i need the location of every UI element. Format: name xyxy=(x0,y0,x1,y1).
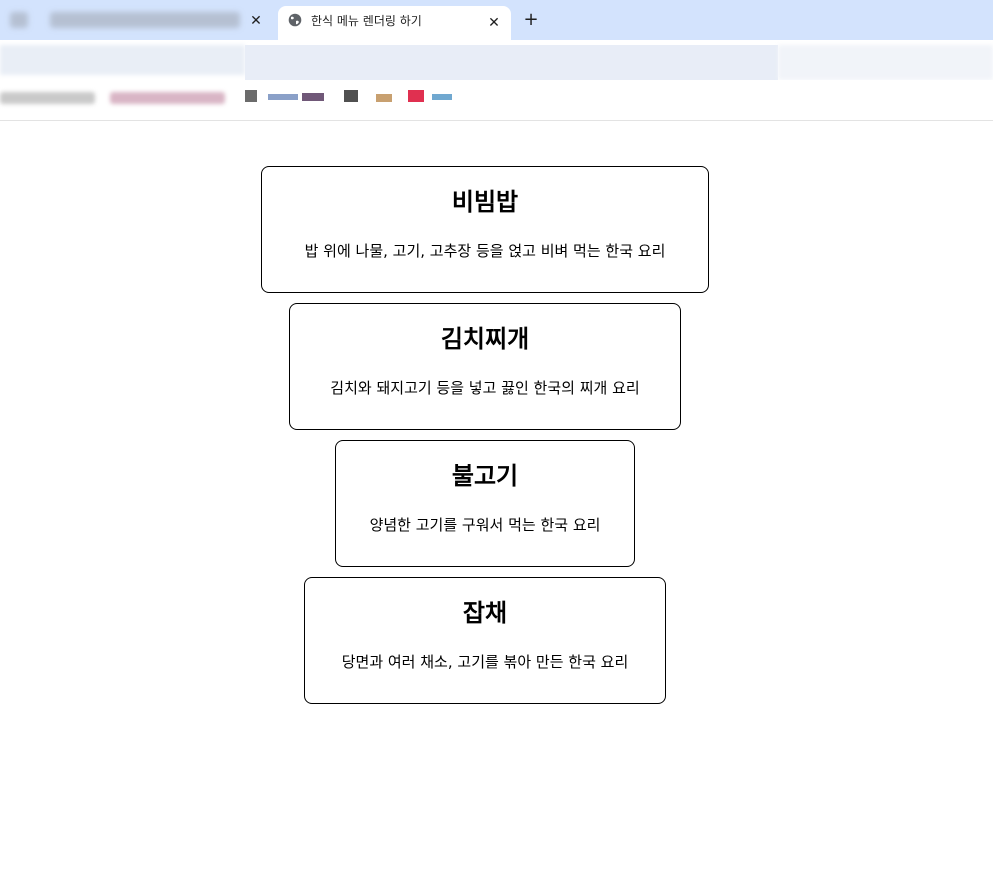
menu-item-name: 잡채 xyxy=(462,599,508,627)
menu-card: 불고기 양념한 고기를 구워서 먹는 한국 요리 xyxy=(335,440,635,567)
toolbar-blurred-right xyxy=(778,45,993,80)
bookmark-icon[interactable] xyxy=(245,90,257,102)
menu-item-description: 양념한 고기를 구워서 먹는 한국 요리 xyxy=(369,516,601,534)
menu-item-description: 김치와 돼지고기 등을 넣고 끓인 한국의 찌개 요리 xyxy=(330,379,640,397)
bookmark-icon[interactable] xyxy=(268,94,298,100)
bookmarks-bar xyxy=(0,80,993,121)
globe-icon xyxy=(288,13,302,27)
tab-title: 한식 메뉴 렌더링 하기 xyxy=(311,14,422,28)
bookmark-icon[interactable] xyxy=(408,90,424,102)
toolbar-blurred-left xyxy=(0,45,245,75)
tab-favicon-icon xyxy=(10,12,28,28)
menu-card: 비빔밥 밥 위에 나물, 고기, 고추장 등을 얹고 비벼 먹는 한국 요리 xyxy=(261,166,709,293)
tab-title-blurred xyxy=(50,12,240,28)
close-icon[interactable]: ✕ xyxy=(247,12,265,30)
bookmark-item[interactable] xyxy=(110,92,225,104)
menu-item-name: 불고기 xyxy=(451,462,519,490)
bookmark-item[interactable] xyxy=(0,92,95,104)
new-tab-button[interactable]: + xyxy=(521,10,541,30)
bookmark-icon[interactable] xyxy=(302,93,324,101)
bookmark-icon[interactable] xyxy=(344,90,358,102)
menu-item-description: 당면과 여러 채소, 고기를 볶아 만든 한국 요리 xyxy=(341,653,629,671)
tab-strip: ✕ 한식 메뉴 렌더링 하기 ✕ + xyxy=(0,0,993,40)
menu-card: 잡채 당면과 여러 채소, 고기를 볶아 만든 한국 요리 xyxy=(304,577,666,704)
tab-active[interactable]: 한식 메뉴 렌더링 하기 ✕ xyxy=(278,6,511,40)
toolbar xyxy=(0,40,993,80)
bookmark-icon[interactable] xyxy=(432,94,452,100)
menu-item-name: 비빔밥 xyxy=(451,188,519,216)
menu-item-description: 밥 위에 나물, 고기, 고추장 등을 얹고 비벼 먹는 한국 요리 xyxy=(304,242,666,260)
close-icon[interactable]: ✕ xyxy=(485,14,503,32)
address-bar[interactable] xyxy=(245,45,778,80)
menu-card: 김치찌개 김치와 돼지고기 등을 넣고 끓인 한국의 찌개 요리 xyxy=(289,303,681,430)
tab-inactive[interactable]: ✕ xyxy=(0,4,276,36)
menu-item-name: 김치찌개 xyxy=(440,325,530,353)
bookmark-icon[interactable] xyxy=(376,94,392,102)
